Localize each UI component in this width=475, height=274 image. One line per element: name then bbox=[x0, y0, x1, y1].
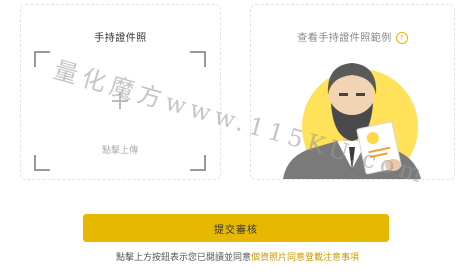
consent-link[interactable]: 個資照片同意登載注意事項 bbox=[251, 253, 359, 263]
example-link[interactable]: 查看手持證件照範例 bbox=[297, 33, 392, 44]
example-photo-card: 查看手持證件照範例? bbox=[250, 4, 455, 180]
id-photo-upload-card: 手持證件照 點擊上傳 bbox=[20, 4, 221, 180]
example-card-title: 查看手持證件照範例? bbox=[251, 29, 454, 44]
frame-corner-bottom-right bbox=[190, 155, 206, 171]
upload-label: 點擊上傳 bbox=[101, 146, 138, 156]
consent-note: 點擊上方按鈕表示您已閱讀並同意個資照片同意登載注意事項 bbox=[0, 250, 475, 263]
upload-card-title: 手持證件照 bbox=[94, 33, 147, 44]
frame-corner-bottom-left bbox=[34, 155, 50, 171]
upload-dropzone[interactable]: 點擊上傳 bbox=[34, 51, 206, 171]
submit-review-button[interactable]: 提交審核 bbox=[83, 214, 389, 242]
plus-icon bbox=[112, 93, 128, 109]
consent-text: 點擊上方按鈕表示您已閱讀並同意 bbox=[115, 253, 251, 263]
frame-corner-top-left bbox=[34, 51, 50, 67]
example-portrait-illustration bbox=[283, 63, 421, 179]
help-icon[interactable]: ? bbox=[395, 32, 408, 44]
frame-corner-top-right bbox=[190, 51, 206, 67]
